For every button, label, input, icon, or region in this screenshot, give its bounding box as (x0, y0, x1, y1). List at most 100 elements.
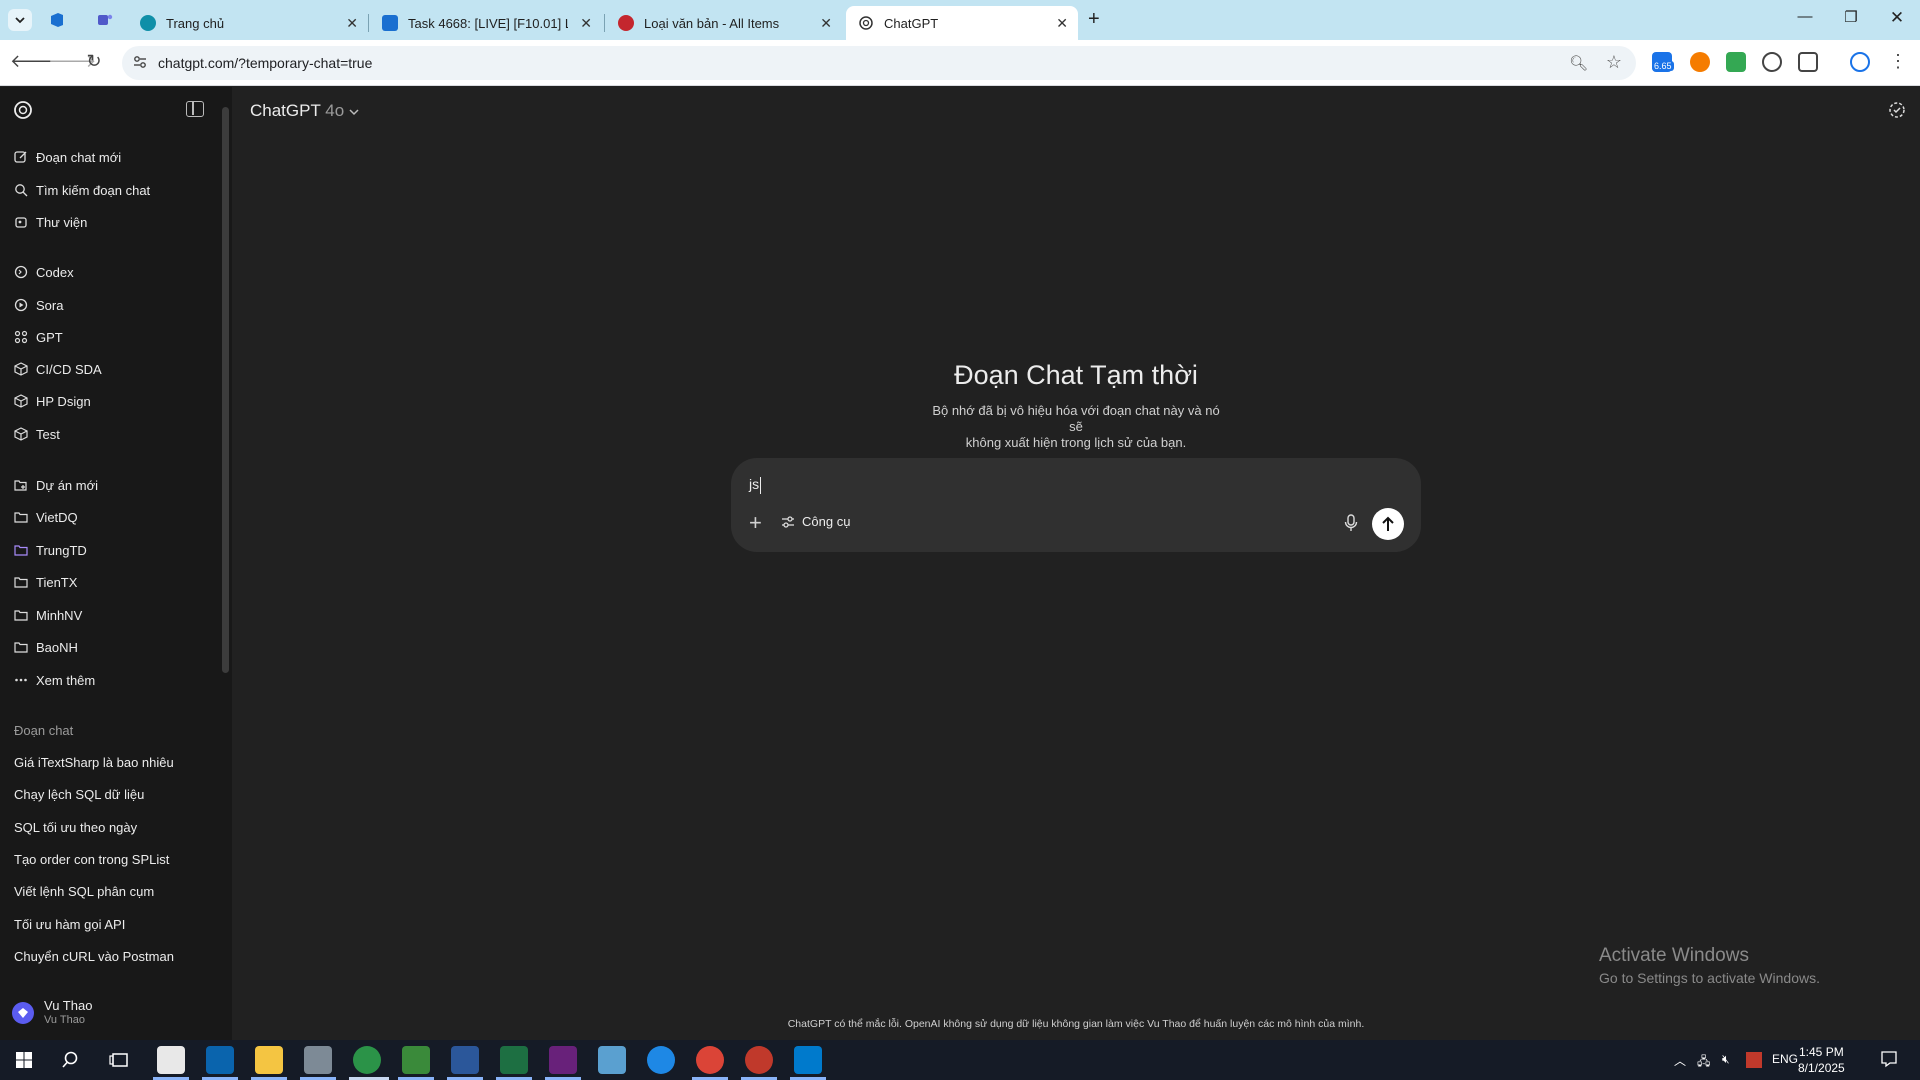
sidebar-item-trungtd[interactable]: TrungTD (14, 539, 87, 561)
chrome-icon[interactable] (353, 1046, 381, 1074)
file-explorer-icon[interactable] (255, 1046, 283, 1074)
folder-icon (14, 642, 28, 653)
notepad-plus-icon[interactable] (402, 1046, 430, 1074)
close-tab-icon[interactable]: ✕ (1056, 15, 1068, 32)
excel-icon[interactable] (500, 1046, 528, 1074)
sidebar-item-cicd-sda[interactable]: CI/CD SDA (14, 358, 102, 380)
bookmark-star-icon[interactable]: ☆ (1606, 52, 1622, 73)
tab-task-4668[interactable]: Task 4668: [LIVE] [F10.01] Lỗi ko ✕ (370, 6, 602, 40)
word-icon[interactable] (451, 1046, 479, 1074)
search-icon[interactable] (58, 1046, 86, 1074)
task-view-icon[interactable] (106, 1046, 134, 1074)
visual-studio-icon[interactable] (549, 1046, 577, 1074)
browser-menu-icon[interactable]: ⋮ (1886, 51, 1910, 72)
chrome-profile-icon[interactable] (696, 1046, 724, 1074)
tab-loai-van-ban[interactable]: Loại văn bản - All Items ✕ (606, 6, 842, 40)
close-tab-icon[interactable]: ✕ (580, 15, 592, 32)
history-item[interactable]: Viết lệnh SQL phân cụm (14, 884, 154, 899)
history-item[interactable]: Tạo order con trong SPList (14, 852, 169, 867)
prompt-input[interactable]: js (749, 476, 762, 494)
history-item[interactable]: Giá iTextSharp là bao nhiêu (14, 755, 174, 770)
show-hidden-icons-button[interactable]: ︿ (1674, 1052, 1686, 1069)
edit-tool-icon[interactable] (598, 1046, 626, 1074)
notion-icon[interactable] (157, 1046, 185, 1074)
tab-search-button[interactable] (8, 9, 32, 31)
notification-icon[interactable] (1880, 1050, 1898, 1068)
user-workspace: Vu Thao (44, 1014, 85, 1026)
microphone-icon[interactable] (1343, 514, 1359, 532)
url-text[interactable]: chatgpt.com/?temporary-chat=true (158, 55, 372, 71)
extensions-puzzle-icon[interactable] (1798, 52, 1818, 72)
sidebar-item-new-project[interactable]: Dự án mới (14, 474, 98, 496)
chrome-second-profile-icon[interactable] (745, 1046, 773, 1074)
tab-chatgpt[interactable]: ChatGPT ✕ (846, 6, 1078, 40)
vietnamese-input-icon[interactable] (1746, 1052, 1762, 1068)
openai-icon (859, 16, 873, 30)
forward-button[interactable]: 🡒 (48, 51, 96, 72)
tab-trang-chu[interactable]: Trang chủ ✕ (128, 6, 368, 40)
pinned-tab-devops[interactable] (44, 9, 70, 31)
address-bar[interactable]: chatgpt.com/?temporary-chat=true 🔍︎ ☆ (122, 46, 1636, 80)
sidebar-item-codex[interactable]: Codex (14, 261, 74, 283)
tools-button[interactable]: Công cụ (781, 514, 850, 529)
sidebar-item-gpt[interactable]: GPT (14, 326, 63, 348)
sidebar-item-tientx[interactable]: TienTX (14, 571, 77, 593)
close-tab-icon[interactable]: ✕ (346, 15, 358, 32)
sidebar-item-hp-dsign[interactable]: HP Dsign (14, 390, 91, 412)
sidebar-item-library[interactable]: Thư viện (14, 211, 87, 233)
outlook-icon[interactable] (206, 1046, 234, 1074)
extension-bookmark-icon[interactable] (1726, 52, 1746, 72)
close-tab-icon[interactable]: ✕ (820, 15, 832, 32)
main-panel: ChatGPT 4o Đoạn Chat Tạm thời Bộ nhớ đã … (232, 87, 1920, 1040)
volume-muted-icon[interactable]: 🔇︎ (1722, 1052, 1730, 1067)
vscode-icon[interactable] (794, 1046, 822, 1074)
user-profile-button[interactable]: Vu Thao Vu Thao (12, 999, 92, 1027)
pinned-tab-teams[interactable] (92, 9, 118, 31)
extension-orange-icon[interactable] (1690, 52, 1710, 72)
sidebar-item-search[interactable]: Tìm kiếm đoạn chat (14, 179, 150, 201)
history-item[interactable]: SQL tối ưu theo ngày (14, 820, 137, 835)
history-item[interactable]: Chạy lệch SQL dữ liệu (14, 787, 144, 802)
azure-devops-icon (382, 15, 398, 31)
temporary-chat-icon[interactable] (1888, 101, 1906, 119)
restore-button[interactable]: ❐ (1836, 8, 1866, 26)
sidebar-item-minhnv[interactable]: MinhNV (14, 604, 82, 626)
close-window-button[interactable]: ✕ (1882, 8, 1912, 28)
sidebar-item-new-chat[interactable]: Đoạn chat mới (14, 146, 121, 168)
cube-icon (14, 362, 28, 376)
sidebar-item-see-more[interactable]: Xem thêm (14, 669, 95, 691)
profile-avatar-icon[interactable] (1850, 52, 1870, 72)
minimize-button[interactable]: — (1790, 8, 1820, 25)
sidebar-item-sora[interactable]: Sora (14, 294, 63, 316)
reload-button[interactable]: ↻ (82, 51, 106, 72)
network-icon[interactable]: 🖧 (1697, 1052, 1710, 1073)
sidebar-item-baonh[interactable]: BaoNH (14, 636, 78, 658)
openai-logo-icon[interactable] (12, 99, 34, 121)
sidebar-scrollbar[interactable] (222, 107, 229, 673)
remote-tool-icon[interactable] (304, 1046, 332, 1074)
system-clock[interactable]: 1:45 PM 8/1/2025 (1798, 1044, 1845, 1076)
chevron-down-icon (15, 17, 25, 24)
extension-chatgpt-icon[interactable] (1762, 52, 1782, 72)
model-selector[interactable]: ChatGPT 4o (250, 101, 359, 121)
sharepoint-red-icon (618, 15, 634, 31)
sidebar-toggle-icon[interactable] (186, 101, 204, 117)
sidebar-item-test[interactable]: Test (14, 423, 60, 445)
new-tab-button[interactable]: + (1088, 8, 1100, 31)
send-button[interactable] (1372, 508, 1404, 540)
history-item[interactable]: Chuyển cURL vào Postman (14, 949, 174, 964)
gpts-grid-icon (14, 330, 28, 344)
chat-composer[interactable]: js + Công cụ (731, 458, 1421, 552)
chevron-down-icon (349, 109, 359, 116)
back-button[interactable]: 🡐 (10, 51, 58, 72)
sidebar-item-vietdq[interactable]: VietDQ (14, 506, 78, 528)
windows-start-icon[interactable] (10, 1046, 38, 1074)
history-item[interactable]: Tối ưu hàm gọi API (14, 917, 125, 932)
history-heading: Đoạn chat (14, 723, 74, 738)
site-settings-icon[interactable] (132, 54, 148, 70)
language-indicator[interactable]: ENG (1772, 1052, 1798, 1066)
messaging-app-icon[interactable] (647, 1046, 675, 1074)
new-folder-icon (14, 480, 27, 491)
add-attachment-button[interactable]: + (749, 512, 762, 534)
zoom-icon[interactable]: 🔍︎ (1569, 54, 1588, 72)
